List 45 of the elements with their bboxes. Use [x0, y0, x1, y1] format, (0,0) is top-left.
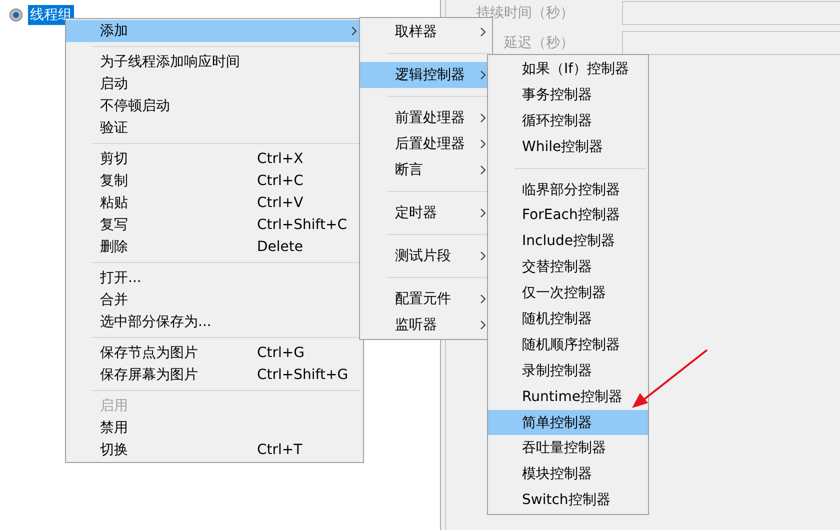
chevron-right-icon [351, 26, 357, 36]
menu-item[interactable]: 删除 Delete [66, 236, 363, 258]
menu-item[interactable]: Switch控制器 [488, 487, 648, 514]
chevron-right-icon [480, 165, 486, 175]
menu-item[interactable]: 随机顺序控制器 [488, 332, 648, 358]
menu-item[interactable]: 打开... [66, 267, 363, 289]
menu-item[interactable]: 合并 [66, 289, 363, 311]
menu-item[interactable]: While控制器 [488, 134, 648, 160]
menu-item[interactable]: 取样器 [360, 19, 492, 45]
menu-item[interactable]: 选中部分保存为... [66, 311, 363, 333]
menu-item[interactable]: 启动 [66, 73, 363, 95]
menu-item[interactable]: 吞吐量控制器 [488, 435, 648, 462]
menu-item[interactable]: 为子线程添加响应时间 [66, 51, 363, 73]
chevron-right-icon [480, 251, 486, 261]
menu-item[interactable]: 交替控制器 [488, 254, 648, 280]
chevron-right-icon [480, 294, 486, 304]
menu-item[interactable]: 保存屏幕为图片 Ctrl+Shift+G [66, 364, 363, 386]
menu-item[interactable]: 仅一次控制器 [488, 280, 648, 306]
menu-item[interactable]: 临界部分控制器 [488, 176, 648, 202]
chevron-right-icon [480, 139, 486, 149]
menu-item[interactable]: 复写 Ctrl+Shift+C [66, 214, 363, 236]
menu-item[interactable]: ForEach控制器 [488, 202, 648, 228]
chevron-right-icon [480, 70, 486, 80]
menu-item[interactable]: Runtime控制器 [488, 384, 648, 410]
chevron-right-icon [480, 113, 486, 123]
chevron-right-icon [480, 27, 486, 37]
chevron-right-icon [480, 208, 486, 218]
menu-item[interactable]: Include控制器 [488, 228, 648, 254]
menu-item[interactable]: 切换 Ctrl+T [66, 439, 363, 461]
input-field[interactable] [622, 31, 840, 55]
input-field[interactable] [622, 1, 840, 25]
menu-item[interactable]: 随机控制器 [488, 306, 648, 332]
menu-item[interactable]: 禁用 [66, 417, 363, 439]
menu-item[interactable]: 复制 Ctrl+C [66, 170, 363, 192]
chevron-right-icon [480, 320, 486, 330]
menu-item[interactable]: 录制控制器 [488, 358, 648, 384]
menu-item[interactable]: 循环控制器 [488, 108, 648, 134]
menu-item[interactable]: 模块控制器 [488, 461, 648, 488]
field-label: 延迟（秒） [503, 34, 574, 52]
menu-item[interactable]: 保存节点为图片 Ctrl+G [66, 342, 363, 364]
menu-item[interactable]: 粘贴 Ctrl+V [66, 192, 363, 214]
menu-item[interactable]: 验证 [66, 117, 363, 139]
menu-item[interactable]: 简单控制器 [488, 410, 648, 436]
menu-item[interactable]: 剪切 Ctrl+X [66, 148, 363, 170]
menu-item[interactable]: 不停顿启动 [66, 95, 363, 117]
